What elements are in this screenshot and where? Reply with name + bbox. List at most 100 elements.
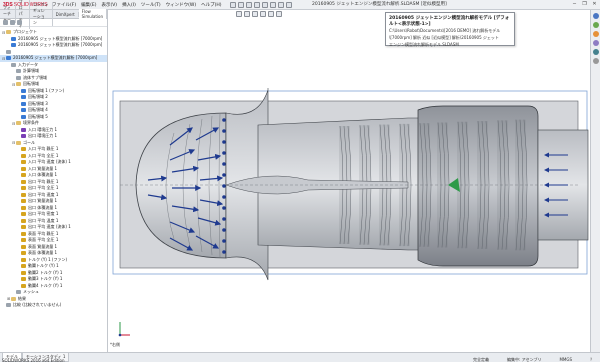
flow-point: [222, 217, 226, 221]
tree-node-icon: [6, 49, 11, 54]
tree-item-label: 出口 平均 速度 (流体) 1: [28, 224, 71, 230]
menu-item[interactable]: ウィンドウ(W): [166, 2, 196, 8]
tree-item-label: 入口 環境圧力 1: [28, 126, 58, 132]
tree-item-label: 回転領域 1 (ファン): [28, 87, 65, 93]
appearances-icon[interactable]: [592, 49, 599, 55]
tree-node-icon: [21, 147, 26, 152]
window-controls: ─ ❐ ✕: [571, 1, 598, 8]
engine-model-view: [112, 88, 589, 337]
tree-item-label: 回転領域 4: [28, 107, 48, 113]
view-orientation-icon[interactable]: [268, 11, 274, 17]
feature-tree: ⊟ プロジェクト 20160905 ジェット模型流れ解析 [7000rpm] 2016…: [0, 27, 107, 309]
tree-node-icon: [21, 257, 26, 262]
tree-item-label: 比較 (比較されていません): [13, 302, 62, 308]
tree-item-label: ゴール: [23, 139, 35, 145]
tree-node-icon: [16, 82, 21, 87]
menu-bar: ファイル(F) 編集(E) 表示(V) 挿入(I) ツール(T) ウィンドウ(W) ヘルプ(…: [52, 2, 222, 8]
expand-icon[interactable]: [10, 20, 15, 25]
tree-item-label: 回転領域: [23, 81, 39, 87]
collapse-icon[interactable]: [17, 20, 22, 25]
status-edition: SOLIDWORKS 2016 x64 Edition: [2, 358, 65, 363]
flow-point: [222, 162, 226, 166]
zoom-fit-icon[interactable]: [236, 11, 242, 17]
filter-icon[interactable]: [3, 20, 8, 25]
panel-tab[interactable]: DimXpert: [53, 11, 79, 17]
tree-node-icon: [11, 43, 16, 48]
open-file-icon[interactable]: [237, 1, 244, 8]
menu-item[interactable]: ツール(T): [141, 2, 161, 8]
feature-manager-panel: フィーチャープロパティコンフィギュレーションDimXpertFlow Simul…: [0, 0, 108, 352]
tree-node-icon: [21, 251, 26, 256]
custom-properties-icon[interactable]: [592, 58, 599, 64]
display-style-icon[interactable]: [276, 11, 282, 17]
view-palette-icon[interactable]: [592, 40, 599, 46]
restore-button[interactable]: ❐: [581, 1, 588, 8]
new-file-icon[interactable]: [229, 1, 236, 8]
previous-view-icon[interactable]: [252, 11, 258, 17]
tree-node-icon: [21, 95, 26, 100]
menu-item[interactable]: 挿入(I): [122, 2, 136, 8]
section-view-icon[interactable]: [260, 11, 266, 17]
close-button[interactable]: ✕: [591, 1, 598, 8]
tree-node-icon: [21, 134, 26, 139]
tree-item-label: 出口 平均 全圧 1: [28, 185, 59, 191]
flow-point: [222, 250, 226, 254]
tree-node-icon: [21, 277, 26, 282]
status-help[interactable]: ？: [590, 357, 594, 363]
select-icon[interactable]: [269, 1, 276, 8]
tree-node-icon: [21, 173, 26, 178]
tree-node-icon: [11, 62, 16, 67]
status-right-group: 完全定義 編集中: アセンブリ MMGS ？: [473, 357, 594, 363]
flow-point: [222, 228, 226, 232]
graphics-viewport[interactable]: [108, 10, 590, 352]
rebuild-icon[interactable]: [277, 1, 284, 8]
tree-node-icon: [21, 283, 26, 288]
zoom-area-icon[interactable]: [244, 11, 250, 17]
save-icon[interactable]: [245, 1, 252, 8]
status-units[interactable]: MMGS: [559, 357, 572, 363]
panel-tab[interactable]: コンフィギュレーション: [30, 2, 53, 26]
flow-point: [222, 118, 226, 122]
file-explorer-icon[interactable]: [592, 31, 599, 37]
tree-item-label: 結果: [18, 295, 26, 301]
menu-item[interactable]: 編集(E): [81, 2, 96, 8]
print-icon[interactable]: [253, 1, 260, 8]
tree-item-label: 動翼2 トルク (Y) 1: [28, 269, 63, 275]
tree-node-icon: [21, 166, 26, 171]
resources-icon[interactable]: [592, 13, 599, 19]
document-tooltip: 20160905 ジェットエンジン模型流れ解析モデル [デフォルト<表示状態-1…: [385, 12, 515, 47]
flow-point: [222, 151, 226, 155]
flow-point: [222, 140, 226, 144]
tree-node-icon: [16, 121, 21, 126]
flow-point: [222, 173, 226, 177]
tree-node-icon: [11, 36, 16, 41]
tree-node-icon: [16, 75, 21, 80]
menu-item[interactable]: 表示(V): [101, 2, 117, 8]
tree-item[interactable]: ⊟ 20160905 ジェット模型流れ解析 [7000rpm]: [0, 55, 107, 62]
tree-node-icon: [21, 270, 26, 275]
menu-item[interactable]: ファイル(F): [52, 2, 76, 8]
flow-point: [222, 239, 226, 243]
panel-tabs: フィーチャープロパティコンフィギュレーションDimXpertFlow Simul…: [0, 0, 107, 29]
tree-item-label: 出口 質量流量 1: [28, 198, 58, 204]
tree-item-label: 入口 平均 速度 (流体) 1: [28, 159, 71, 165]
design-library-icon[interactable]: [592, 22, 599, 28]
tree-node-icon: [21, 101, 26, 106]
tooltip-path-line-2: \[7000rpm] 解析 近似 [近似模型] 解析\20160905 ジェット: [389, 35, 499, 40]
options-icon[interactable]: [285, 1, 292, 8]
panel-tab[interactable]: Flow Simulation: [78, 9, 107, 19]
tree-node-icon: [21, 264, 26, 269]
minimize-button[interactable]: ─: [571, 1, 578, 8]
menu-item[interactable]: ヘルプ(H): [201, 2, 221, 8]
status-editing: 編集中: アセンブリ: [507, 357, 542, 362]
undo-icon[interactable]: [261, 1, 268, 8]
tree-node-icon: [6, 303, 11, 308]
tooltip-path-line-3: エンジン模型流れ解析モデル.SLDASM: [389, 42, 459, 47]
tree-node-icon: [21, 225, 26, 230]
flow-point: [222, 129, 226, 133]
flow-point: [222, 184, 226, 188]
tree-item[interactable]: 比較 (比較されていません): [0, 302, 107, 309]
tree-item-label: 20160905 ジェット模型流れ解析 [7000rpm]: [18, 35, 103, 41]
flow-point: [222, 195, 226, 199]
tree-item-label: 表面 平均 全圧 1: [28, 237, 59, 243]
